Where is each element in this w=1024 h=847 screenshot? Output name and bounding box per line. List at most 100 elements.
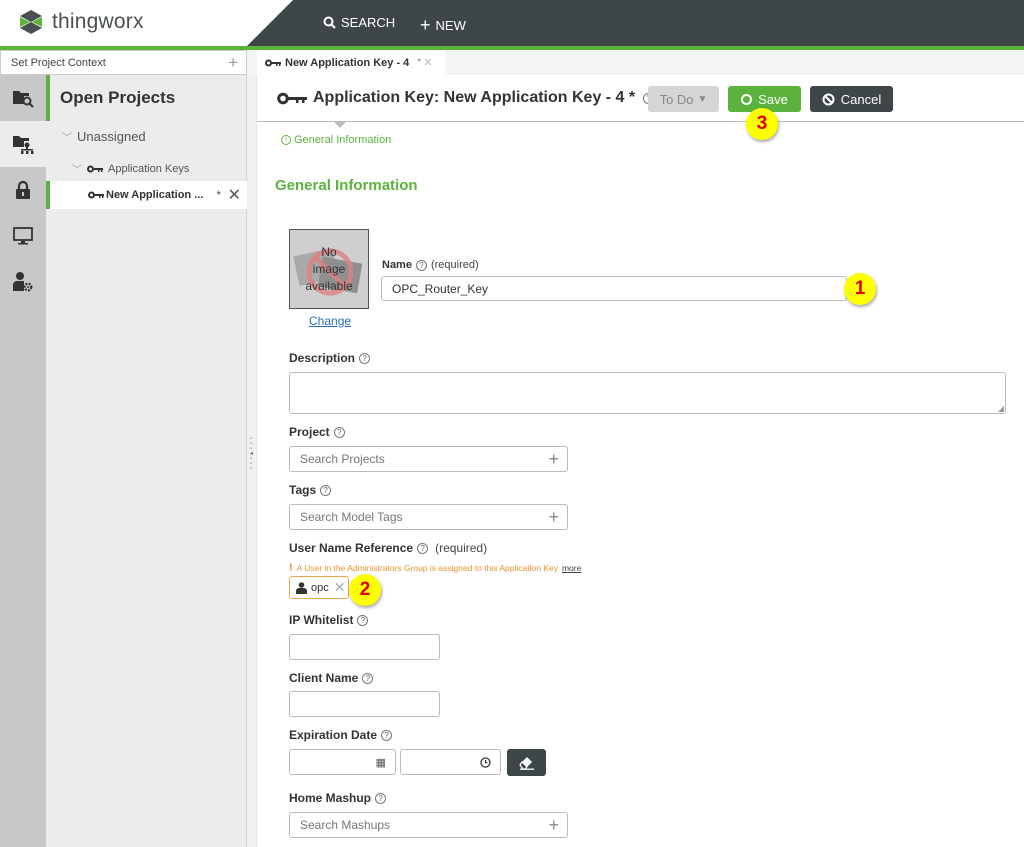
ip-whitelist-field[interactable] <box>289 634 440 660</box>
help-icon[interactable]: ? <box>381 729 393 741</box>
project-placeholder: Search Projects <box>300 452 385 466</box>
search-button[interactable]: SEARCH <box>323 15 395 30</box>
lock-icon <box>16 180 30 199</box>
add-mashup-icon[interactable]: + <box>548 815 559 836</box>
tab-label: New Application Key - 4 <box>285 56 410 69</box>
clear-date-button[interactable] <box>507 749 546 776</box>
tags-label: Tags ? <box>289 483 332 497</box>
project-label-text: Project <box>289 425 330 439</box>
thingworx-logo-icon <box>20 10 42 34</box>
tags-search-input[interactable]: Search Model Tags + <box>289 504 568 530</box>
project-context-input[interactable]: Set Project Context + <box>0 50 247 75</box>
tree-category-application-keys[interactable]: ﹀ Application Keys <box>72 161 190 177</box>
ban-icon <box>822 93 835 105</box>
cancel-label: Cancel <box>840 91 882 107</box>
splitter-grip-icon[interactable]: ▪ ▪ ▪ ◂ ▪ ▪ ▪ <box>250 436 254 472</box>
help-icon[interactable]: ? <box>415 259 427 271</box>
user-gear-icon <box>13 272 33 292</box>
name-label: Name ? (required) <box>382 259 479 271</box>
expiration-date-label-text: Expiration Date <box>289 728 378 742</box>
key-icon <box>265 59 281 66</box>
key-icon <box>87 165 103 172</box>
chevron-down-icon[interactable]: ﹀ <box>62 129 72 144</box>
new-label: NEW <box>435 18 466 33</box>
help-icon[interactable]: ? <box>417 542 429 554</box>
description-field[interactable]: ◢ <box>289 372 1006 414</box>
page-title: Application Key: New Application Key - 4… <box>277 89 655 107</box>
description-label: Description ? <box>289 351 371 365</box>
circle-icon <box>741 93 753 105</box>
user-chip[interactable]: opc ✕ <box>289 576 349 599</box>
page-title-text: Application Key: New Application Key - 4… <box>313 89 636 106</box>
chevron-down-icon[interactable]: ﹀ <box>72 161 82 176</box>
page-header: Application Key: New Application Key - 4… <box>257 75 1024 122</box>
tags-label-text: Tags <box>289 483 317 497</box>
name-value: OPC_Router_Key <box>392 281 489 296</box>
clock-icon[interactable] <box>480 756 491 768</box>
new-button[interactable]: + NEW <box>420 15 466 36</box>
resize-handle-icon[interactable]: ◢ <box>998 404 1004 413</box>
subnav-general-information[interactable]: i General Information <box>281 134 391 146</box>
rail-security-button[interactable] <box>0 167 46 213</box>
tree-category-label: Application Keys <box>108 162 190 175</box>
tree-group-label: Unassigned <box>77 129 146 144</box>
client-name-field[interactable] <box>289 691 440 717</box>
logo-text: thingworx <box>52 10 144 33</box>
name-field[interactable]: OPC_Router_Key <box>381 276 847 301</box>
projects-panel: Open Projects ﹀ Unassigned ﹀ Application… <box>46 75 247 847</box>
folder-hierarchy-icon <box>13 136 34 154</box>
search-icon <box>323 16 336 29</box>
panel-splitter[interactable]: ▪ ▪ ▪ ◂ ▪ ▪ ▪ <box>247 75 257 847</box>
change-image-link[interactable]: Change <box>309 314 351 328</box>
tab-new-application-key[interactable]: New Application Key - 4 * ✕ <box>257 50 445 75</box>
annotation-badge-1: 1 <box>844 273 876 305</box>
tree-item-label: New Application ... <box>106 189 204 201</box>
rail-projects-button[interactable] <box>0 121 46 167</box>
warning-icon: ! <box>289 562 293 574</box>
user-name-reference-label: User Name Reference ? (required) <box>289 541 487 555</box>
tree-item-modified-indicator: * <box>216 188 221 202</box>
folder-search-icon <box>13 91 34 108</box>
annotation-badge-2: 2 <box>349 574 381 606</box>
subnav-pointer <box>334 122 346 128</box>
ip-whitelist-label: IP Whitelist ? <box>289 613 369 627</box>
expiration-date-input[interactable]: ▦ <box>289 749 396 775</box>
add-project-context-icon[interactable]: + <box>228 53 238 73</box>
save-label: Save <box>758 91 788 107</box>
plus-icon: + <box>420 15 431 35</box>
project-label: Project ? <box>289 425 345 439</box>
rail-monitoring-button[interactable] <box>0 213 46 259</box>
no-image-line-2: image <box>312 262 346 276</box>
tab-close-icon[interactable]: ✕ <box>423 56 432 69</box>
help-icon[interactable]: ? <box>359 352 371 364</box>
add-project-icon[interactable]: + <box>548 449 559 470</box>
tree-item-close-icon[interactable]: ✕ <box>228 185 241 205</box>
help-icon[interactable]: ? <box>362 672 374 684</box>
home-mashup-search-input[interactable]: Search Mashups + <box>289 812 568 838</box>
help-icon[interactable]: ? <box>357 614 369 626</box>
help-icon[interactable]: ? <box>375 792 387 804</box>
expiration-time-input[interactable] <box>400 749 501 775</box>
project-context-placeholder: Set Project Context <box>11 56 106 69</box>
todo-button[interactable]: To Do ▼ <box>648 86 719 112</box>
help-icon[interactable]: ? <box>333 426 345 438</box>
no-image-line-3: available <box>305 279 353 293</box>
remove-user-icon[interactable]: ✕ <box>334 579 346 596</box>
rail-browse-button[interactable] <box>0 75 46 121</box>
help-icon[interactable]: ? <box>320 484 332 496</box>
cancel-button[interactable]: Cancel <box>810 86 893 112</box>
thingworx-logo[interactable]: thingworx <box>18 10 144 34</box>
description-label-text: Description <box>289 351 356 365</box>
main-content: Application Key: New Application Key - 4… <box>257 75 1024 847</box>
rail-user-settings-button[interactable] <box>0 259 46 305</box>
home-mashup-placeholder: Search Mashups <box>300 818 391 832</box>
no-image-placeholder: No image available <box>289 229 369 309</box>
tree-item-new-application-key[interactable]: New Application ... * ✕ <box>46 181 247 209</box>
warning-more-link[interactable]: more <box>562 563 581 573</box>
calendar-icon[interactable]: ▦ <box>376 756 386 769</box>
client-name-label-text: Client Name <box>289 671 359 685</box>
project-search-input[interactable]: Search Projects + <box>289 446 568 472</box>
add-tag-icon[interactable]: + <box>548 507 559 528</box>
tree-group-unassigned[interactable]: ﹀ Unassigned <box>62 129 146 144</box>
section-title: General Information <box>275 177 418 194</box>
